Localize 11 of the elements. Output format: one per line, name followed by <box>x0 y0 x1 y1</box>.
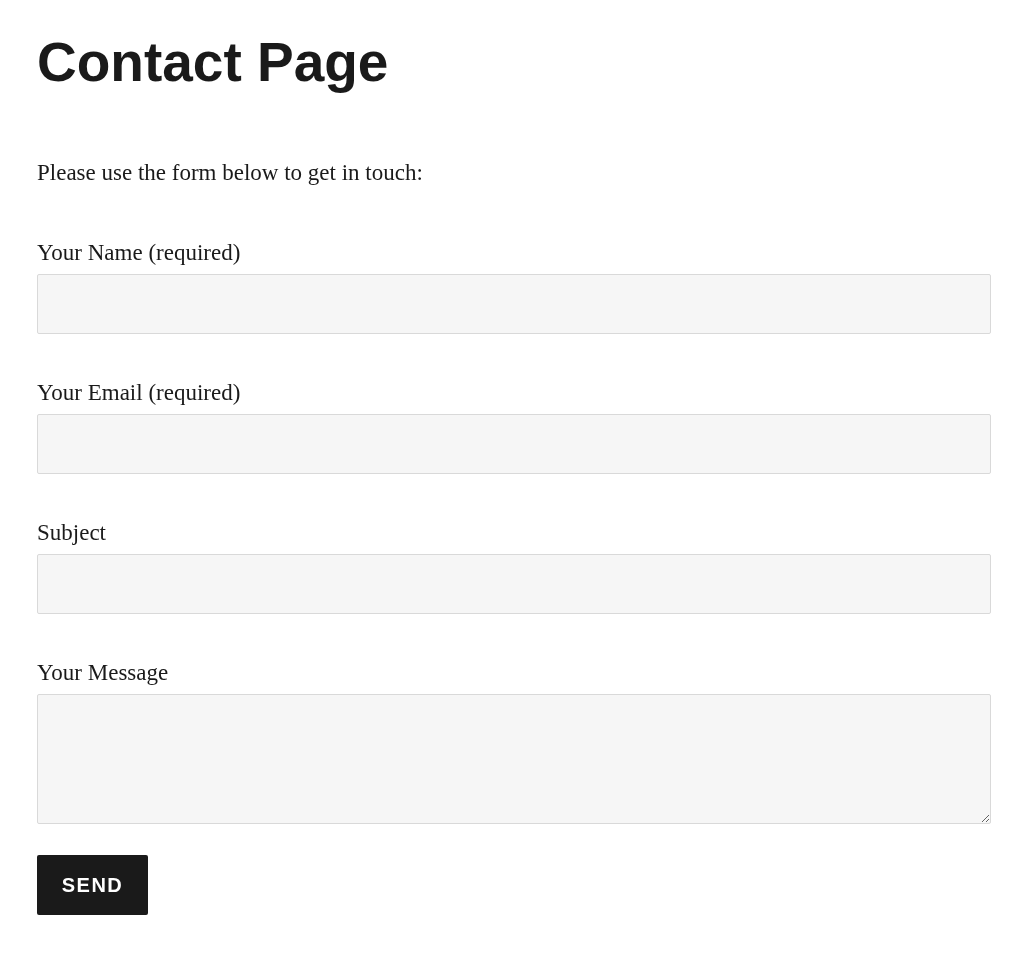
input-field[interactable] <box>37 274 991 334</box>
field-label: Your Message <box>37 659 169 687</box>
send-button[interactable]: SEND <box>37 855 148 915</box>
page-title: Contact Page <box>37 30 389 95</box>
message-field[interactable] <box>37 694 991 824</box>
input-field[interactable] <box>37 414 991 474</box>
field-label: Subject <box>37 519 106 547</box>
field-label: Your Email (required) <box>37 379 241 407</box>
input-field[interactable] <box>37 554 991 614</box>
intro-text: Please use the form below to get in touch: <box>37 159 423 187</box>
field-label: Your Name (required) <box>37 239 241 267</box>
